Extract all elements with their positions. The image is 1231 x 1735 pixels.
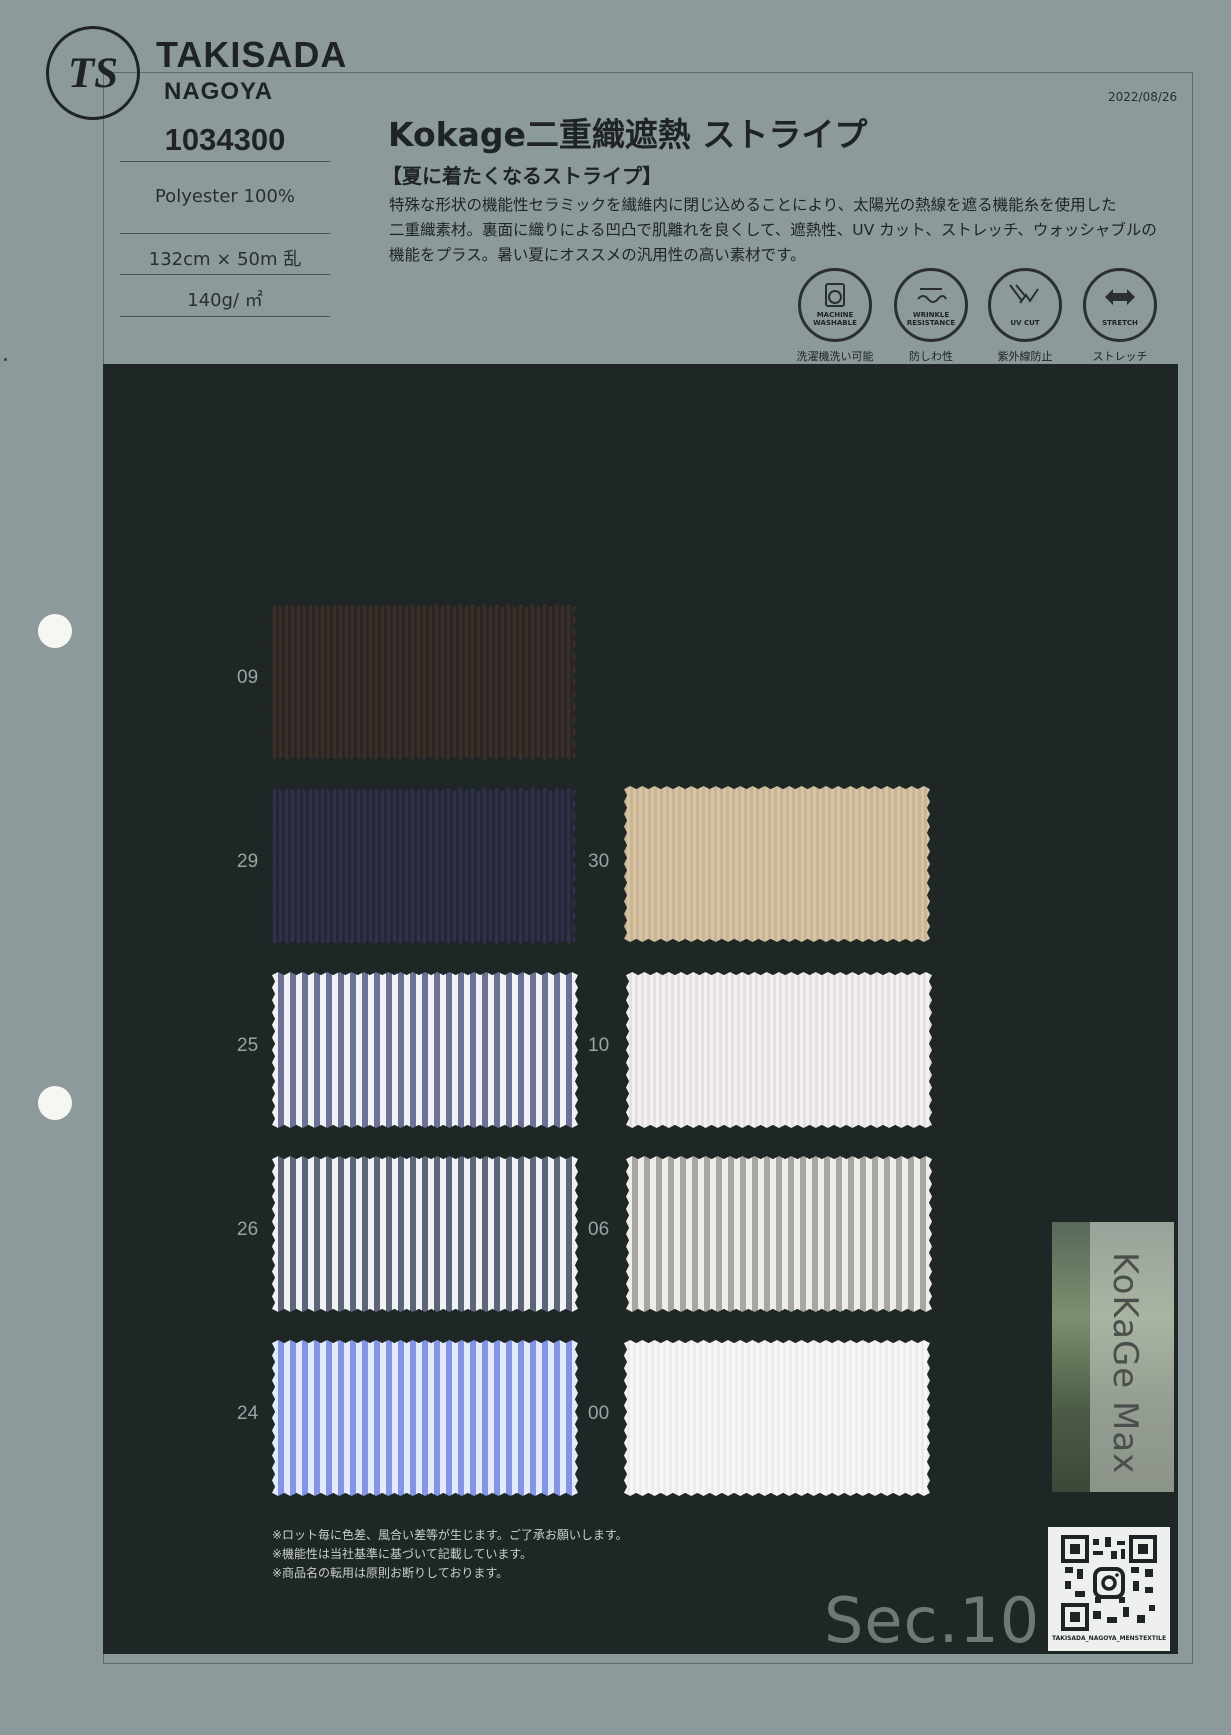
brand-city: NAGOYA — [164, 78, 274, 105]
feature-caption: 紫外線防止 — [997, 350, 1053, 363]
section-label: Sec.10 — [824, 1584, 1041, 1657]
description-line: 二重織素材。裏面に織りによる凹凸で肌離れを良くして、遮熱性、UV カット、ストレ… — [389, 221, 1157, 239]
feature-uv-cut: UV CUT 紫外線防止 — [975, 268, 1075, 364]
qr-caption: TAKISADA_NAGOYA_MENSTEXTILE — [1051, 1635, 1167, 1642]
description-line: 特殊な形状の機能性セラミックを繊維内に閉じ込めることにより、太陽光の熱線を遮る機… — [389, 196, 1117, 214]
swatch-code: 25 — [237, 1035, 259, 1056]
fabric-size: 132cm × 50m 乱 — [148, 249, 302, 270]
fabric-weight: 140g/ ㎡ — [187, 290, 263, 311]
fabric-swatch-29 — [270, 788, 576, 944]
description-line: 機能をプラス。暑い夏にオススメの汎用性の高い素材です。 — [389, 246, 806, 264]
badge-label: WRINKLE RESISTANCE — [906, 311, 956, 327]
svg-text:TS: TS — [68, 50, 118, 97]
divider — [120, 233, 330, 234]
badge-label: UV CUT — [1010, 319, 1040, 327]
fabric-swatch-06 — [626, 1156, 932, 1312]
divider — [120, 316, 330, 317]
feature-machine-washable: MACHINE WASHABLE 洗濯機洗い可能 — [785, 268, 885, 364]
product-description: 特殊な形状の機能性セラミックを繊維内に閉じ込めることにより、太陽光の熱線を遮る機… — [389, 193, 1179, 268]
swatch-code: 09 — [237, 667, 259, 688]
stretch-icon: STRETCH — [1083, 268, 1157, 342]
qr-code-icon — [1061, 1535, 1157, 1631]
swatch-code: 06 — [588, 1219, 610, 1240]
washing-machine-icon: MACHINE WASHABLE — [798, 268, 872, 342]
fabric-swatch-00 — [624, 1340, 930, 1496]
fabric-swatch-25 — [272, 972, 578, 1128]
swatch-code: 00 — [588, 1403, 610, 1424]
speck — [4, 358, 7, 361]
note-line: ※商品名の転用は原則お断りしております。 — [272, 1566, 509, 1580]
brand-name: TAKISADA — [156, 34, 348, 75]
swatch-code: 30 — [588, 851, 610, 872]
product-tagline: 【夏に着たくなるストライプ】 — [382, 164, 662, 188]
fabric-swatch-09 — [270, 604, 576, 760]
kokage-max-logo-text: KoKaGe Max — [1105, 1252, 1145, 1475]
fabric-swatch-24 — [272, 1340, 578, 1496]
feature-caption: 防しわ性 — [909, 350, 953, 363]
disclaimer-notes: ※ロット毎に色差、風合い差等が生じます。ご了承お願いします。 ※機能性は当社基準… — [272, 1526, 628, 1583]
fabric-swatch-30 — [624, 786, 930, 942]
feature-stretch: STRETCH ストレッチ — [1070, 268, 1170, 364]
uv-cut-icon: UV CUT — [988, 268, 1062, 342]
swatch-code: 24 — [237, 1403, 259, 1424]
product-title: Kokage二重織遮熱 ストライプ — [388, 115, 868, 154]
binder-hole-bottom — [38, 1086, 72, 1120]
instagram-qr-card[interactable]: TAKISADA_NAGOYA_MENSTEXTILE — [1048, 1527, 1170, 1651]
wrinkle-resistance-icon: WRINKLE RESISTANCE — [894, 268, 968, 342]
swatch-code: 29 — [237, 851, 259, 872]
product-code: 1034300 — [164, 122, 286, 157]
fabric-swatch-26 — [272, 1156, 578, 1312]
issue-date: 2022/08/26 — [1108, 90, 1178, 104]
takisada-logo-icon: TS — [46, 26, 140, 120]
badge-label: MACHINE WASHABLE — [813, 311, 857, 327]
composition: Polyester 100% — [154, 186, 296, 207]
badge-label: STRETCH — [1102, 319, 1138, 327]
binder-hole-top — [38, 614, 72, 648]
divider — [120, 274, 330, 275]
swatch-code: 10 — [588, 1035, 610, 1056]
divider — [120, 161, 330, 162]
feature-wrinkle-resistance: WRINKLE RESISTANCE 防しわ性 — [881, 268, 981, 364]
note-line: ※ロット毎に色差、風合い差等が生じます。ご了承お願いします。 — [272, 1528, 628, 1542]
feature-caption: 洗濯機洗い可能 — [796, 350, 874, 363]
fabric-swatch-10 — [626, 972, 932, 1128]
swatch-code: 26 — [237, 1219, 259, 1240]
feature-caption: ストレッチ — [1092, 350, 1148, 363]
kokage-max-card: KoKaGe Max — [1052, 1222, 1174, 1492]
note-line: ※機能性は当社基準に基づいて記載しています。 — [272, 1547, 533, 1561]
